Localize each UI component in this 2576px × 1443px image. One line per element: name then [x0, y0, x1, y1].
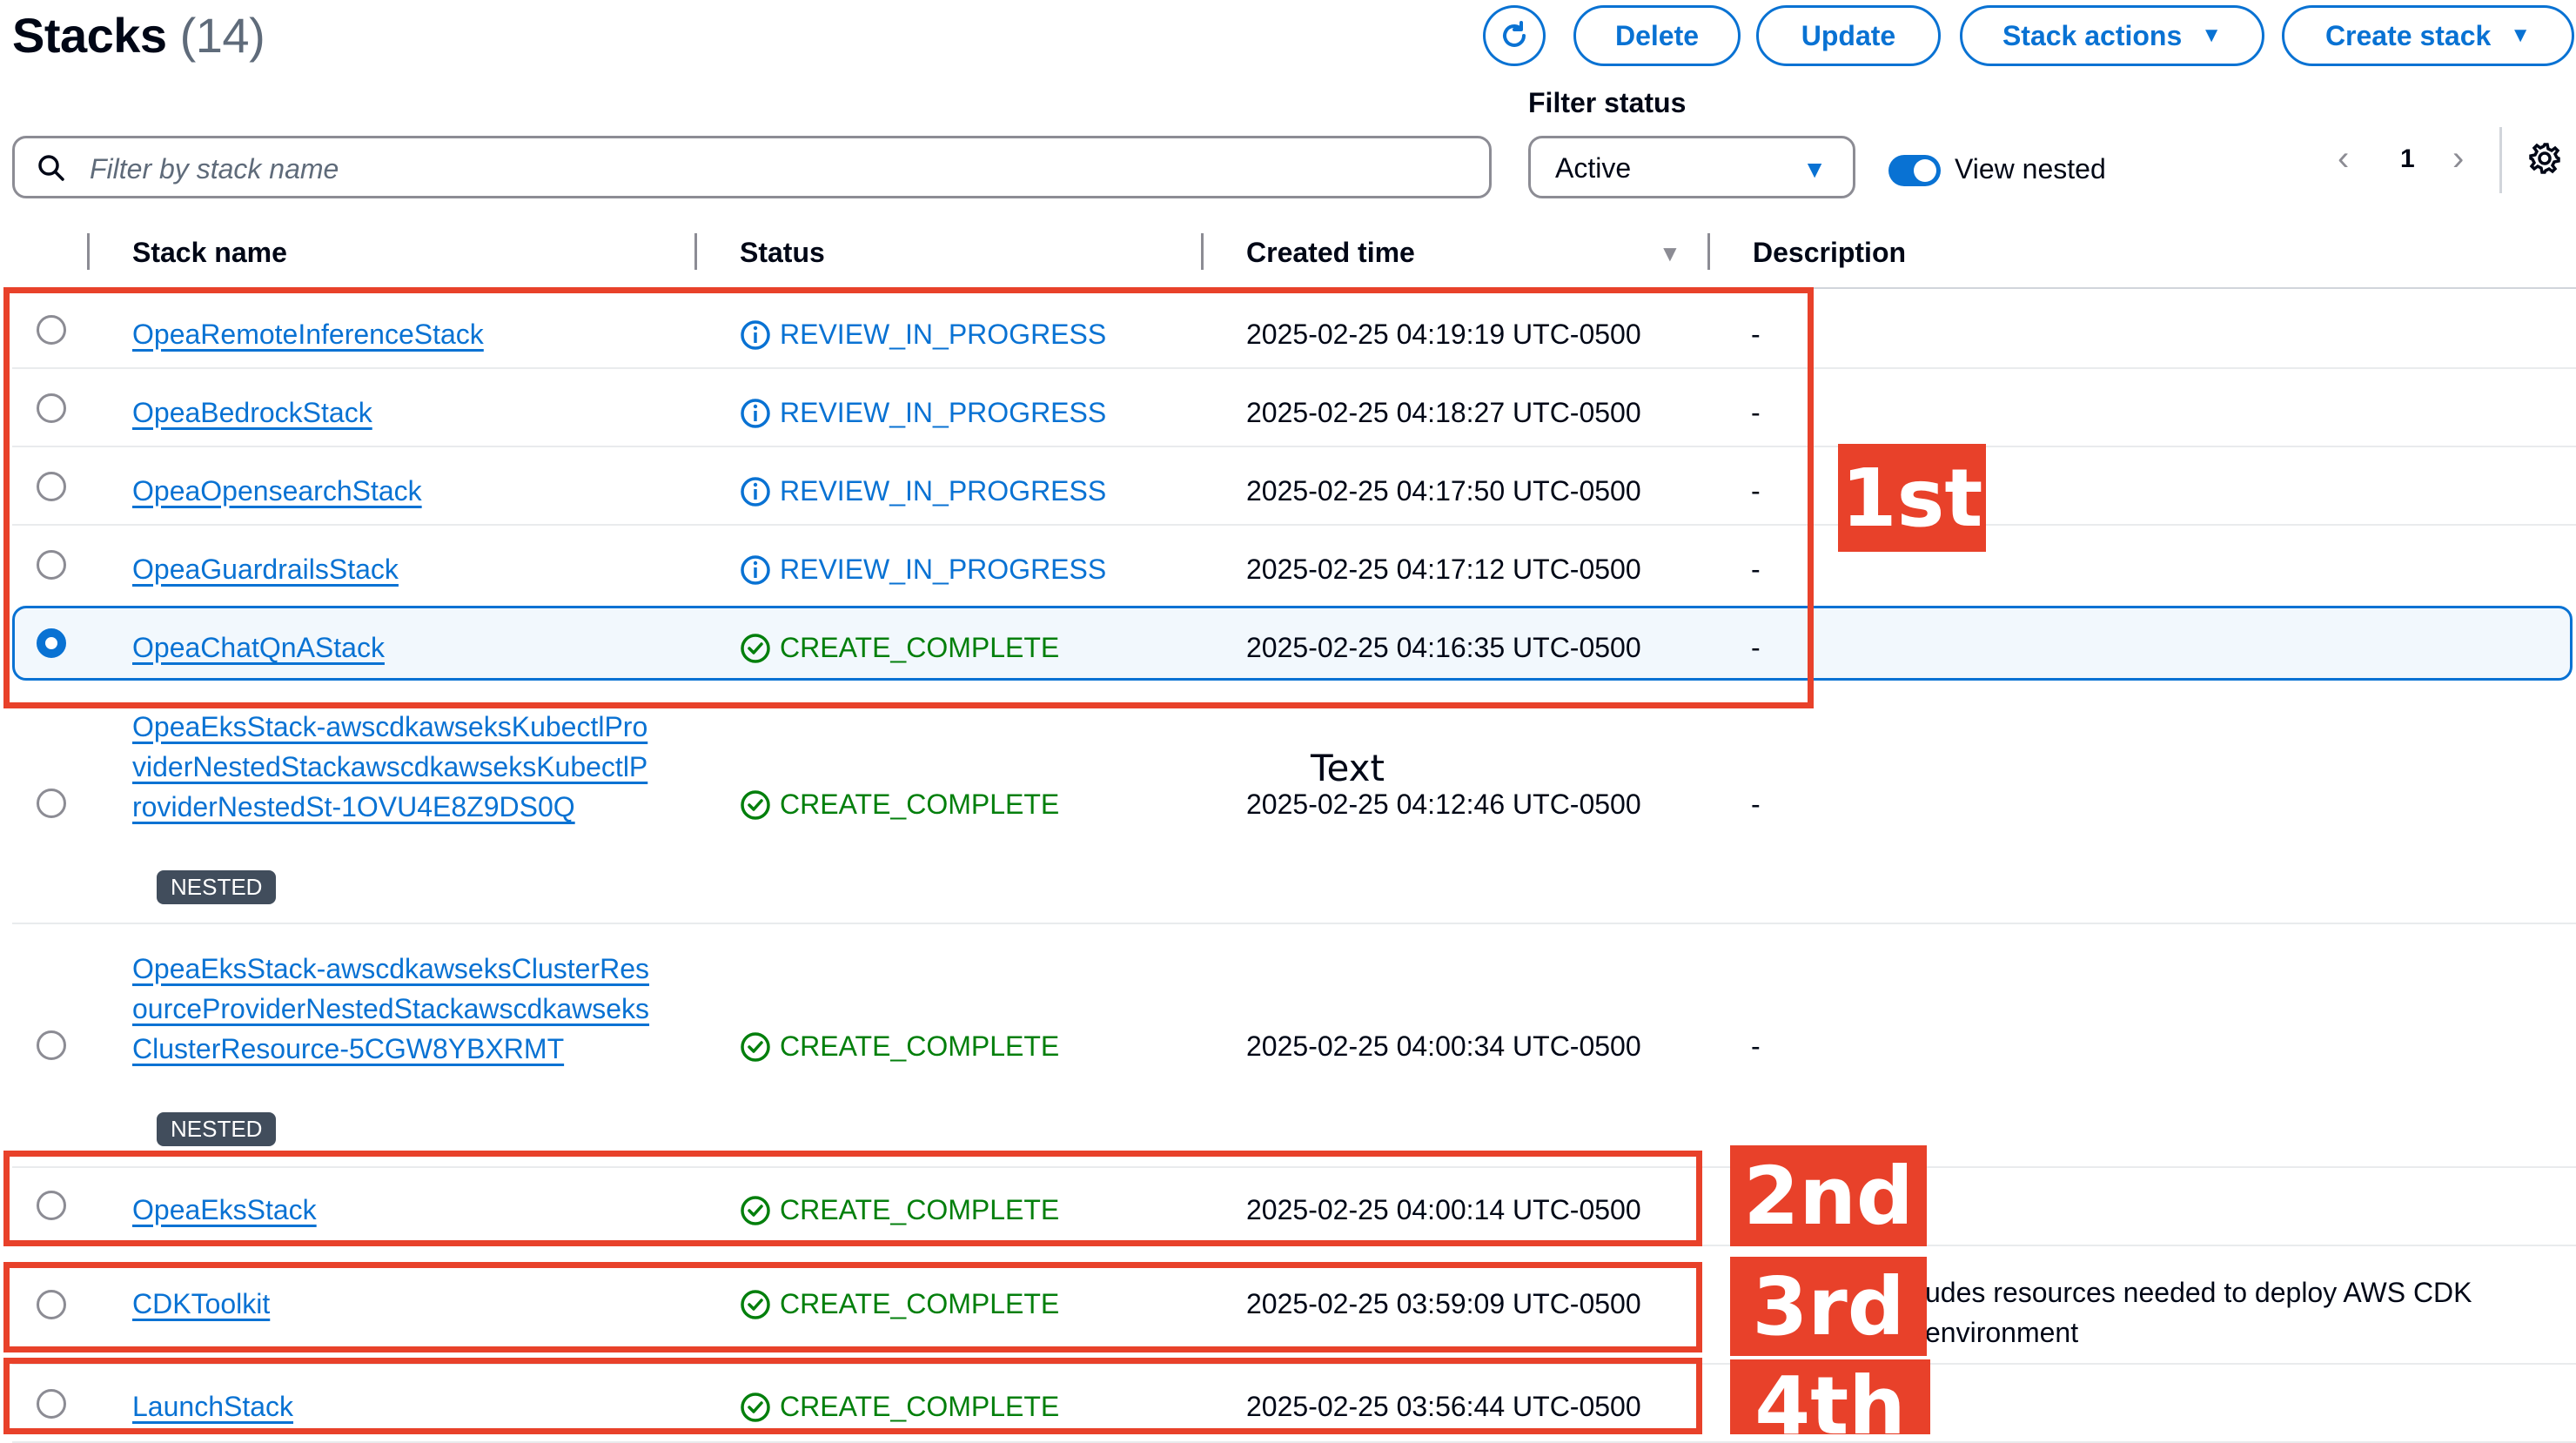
- gear-icon[interactable]: [2527, 141, 2562, 176]
- search-icon: [38, 155, 64, 181]
- row-radio[interactable]: [37, 1030, 66, 1060]
- column-separator: [87, 233, 90, 270]
- row-divider: [12, 923, 2576, 924]
- status-cell: CREATE_COMPLETE: [740, 1030, 1059, 1063]
- column-separator[interactable]: [694, 233, 697, 270]
- chevron-left-icon[interactable]: ‹: [2338, 139, 2349, 178]
- annotation-label-1st: 1st: [1838, 444, 1986, 552]
- row-radio[interactable]: [37, 789, 66, 818]
- view-nested-label: View nested: [1955, 153, 2106, 185]
- check-circle-icon: [741, 789, 770, 820]
- filter-status-select[interactable]: Active ▼: [1528, 136, 1855, 198]
- annotation-box-1st: [3, 287, 1814, 708]
- page-number[interactable]: 1: [2400, 144, 2415, 174]
- annotation-box-4th: [3, 1358, 1702, 1434]
- column-header-status[interactable]: Status: [740, 237, 825, 269]
- check-circle-icon: [741, 1031, 770, 1062]
- refresh-icon: [1503, 21, 1526, 47]
- filter-status-label: Filter status: [1528, 87, 1687, 118]
- search-field[interactable]: [12, 136, 1492, 198]
- stack-actions-button[interactable]: Stack actions ▼: [1960, 5, 2264, 66]
- column-header-description[interactable]: Description: [1753, 237, 1906, 269]
- text-annotation: Text: [1311, 747, 1385, 789]
- pagination-divider: [2499, 127, 2502, 193]
- annotation-label-3rd: 3rd: [1730, 1257, 1927, 1356]
- stack-name-link[interactable]: OpeaEksStack-awscdkawseksClusterResource…: [132, 949, 654, 1069]
- column-header-stack-name[interactable]: Stack name: [132, 237, 287, 269]
- stack-count: (14): [179, 8, 265, 63]
- stack-name-link[interactable]: OpeaEksStack-awscdkawseksKubectlProvider…: [132, 707, 654, 827]
- sort-descending-icon[interactable]: ▼: [1659, 240, 1681, 267]
- view-nested-toggle[interactable]: [1888, 155, 1941, 186]
- annotation-label-4th: 4th: [1730, 1359, 1930, 1434]
- caret-down-icon: ▼: [2201, 23, 2223, 47]
- caret-down-icon: ▼: [1802, 156, 1827, 183]
- description: udes resources needed to deploy AWS CDK …: [1925, 1277, 2472, 1348]
- nested-badge: NESTED: [157, 870, 277, 904]
- annotation-box-3rd: [3, 1262, 1702, 1352]
- column-header-created-time[interactable]: Created time: [1246, 237, 1415, 269]
- caret-down-icon: ▼: [2510, 23, 2532, 47]
- chevron-right-icon[interactable]: ›: [2452, 139, 2464, 178]
- created-time: 2025-02-25 04:00:34 UTC-0500: [1246, 1030, 1641, 1062]
- nested-badge: NESTED: [157, 1112, 277, 1146]
- delete-button[interactable]: Delete: [1573, 5, 1741, 66]
- annotation-box-2nd: [3, 1151, 1702, 1246]
- column-separator[interactable]: [1707, 233, 1710, 270]
- update-button[interactable]: Update: [1756, 5, 1941, 66]
- description: -: [1751, 789, 1761, 820]
- search-input[interactable]: [88, 145, 1466, 192]
- refresh-button[interactable]: [1483, 5, 1546, 66]
- create-stack-button[interactable]: Create stack ▼: [2282, 5, 2574, 66]
- toggle-knob: [1914, 159, 1936, 182]
- page-title: Stacks (14): [12, 8, 265, 63]
- description: -: [1751, 1030, 1761, 1062]
- annotation-label-2nd: 2nd: [1730, 1145, 1927, 1246]
- column-separator[interactable]: [1201, 233, 1204, 270]
- filter-status-value: Active: [1555, 152, 1632, 184]
- status-cell: CREATE_COMPLETE: [740, 789, 1059, 821]
- created-time: 2025-02-25 04:12:46 UTC-0500: [1246, 789, 1641, 820]
